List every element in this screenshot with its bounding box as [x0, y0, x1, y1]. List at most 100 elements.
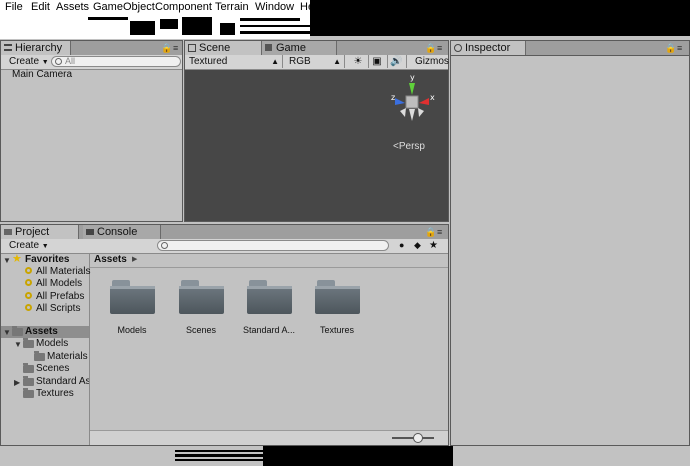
- favorite-item[interactable]: All Scripts: [1, 303, 89, 315]
- chevron-down-icon: ▼: [41, 243, 49, 250]
- scene-panel: Scene Game 🔒 ≡ Textured ▲︎ RGB ▲︎ ☀ ▣ 🔊 …: [184, 40, 449, 222]
- hierarchy-search-input[interactable]: All: [51, 56, 181, 67]
- y-axis-cone[interactable]: [409, 83, 415, 95]
- lighting-toggle-icon[interactable]: ☀: [348, 55, 369, 68]
- expand-right-icon: ▶: [14, 378, 21, 387]
- render-mode-dropdown[interactable]: Textured ▲︎: [185, 55, 283, 68]
- menu-assets[interactable]: Assets: [56, 1, 89, 13]
- search-icon: [55, 58, 62, 65]
- favorite-item[interactable]: All Materials: [1, 266, 91, 278]
- tab-hierarchy[interactable]: Hierarchy: [1, 41, 71, 55]
- dropdown-arrow-icon: ▲︎: [333, 57, 341, 66]
- glitch-strip: [220, 23, 235, 35]
- asset-grid-area: Assets ▶ Models Scenes Standard A... Tex…: [90, 254, 448, 445]
- gizmo-cone-bottom[interactable]: [409, 109, 415, 121]
- asset-folder-standard-assets[interactable]: [247, 280, 292, 314]
- lock-icon[interactable]: 🔒: [425, 43, 436, 54]
- create-label: Create: [9, 56, 40, 67]
- tab-project-label: Project: [15, 226, 50, 238]
- gizmos-button[interactable]: Gizmos: [411, 55, 453, 68]
- expand-down-icon: ▼: [14, 340, 22, 349]
- breadcrumb-assets[interactable]: Assets: [94, 254, 127, 265]
- gizmo-center-cube[interactable]: [405, 95, 419, 109]
- tab-project[interactable]: Project: [1, 225, 79, 239]
- lock-icon[interactable]: 🔒: [161, 43, 172, 54]
- hierarchy-item-main-camera[interactable]: Main Camera: [12, 69, 72, 81]
- glitch-strip: [240, 31, 310, 34]
- tree-folder-materials[interactable]: Materials: [1, 351, 89, 363]
- axis-x-label: x: [430, 93, 435, 102]
- tab-inspector-label: Inspector: [465, 42, 511, 54]
- favorite-item[interactable]: All Models: [1, 278, 89, 290]
- favorites-label: Favorites: [25, 254, 70, 265]
- lock-icon[interactable]: 🔒: [665, 43, 676, 54]
- z-axis-cone[interactable]: [395, 98, 405, 105]
- tree-folder-scenes[interactable]: Scenes: [1, 363, 89, 375]
- perspective-toggle[interactable]: <Persp: [393, 141, 425, 152]
- search-filter-icon: [25, 304, 32, 311]
- axis-z-label: z: [391, 93, 395, 102]
- asset-folder-scenes[interactable]: [179, 280, 224, 314]
- menu-window[interactable]: Window: [255, 1, 294, 13]
- star-icon: ★: [12, 253, 22, 265]
- favorite-item-label: All Materials: [36, 266, 91, 277]
- tab-console[interactable]: Console: [83, 225, 161, 239]
- assets-root-item[interactable]: ▼ Assets: [1, 326, 89, 338]
- gizmo-cone-right[interactable]: [418, 108, 424, 117]
- menu-edit[interactable]: Edit: [31, 1, 50, 13]
- scene-toolbar: Textured ▲︎ RGB ▲︎ ☀ ▣ 🔊 Gizmos: [185, 55, 449, 70]
- asset-folder-textures[interactable]: [315, 280, 360, 314]
- panel-menu-icon[interactable]: ≡: [677, 43, 682, 53]
- panel-menu-icon[interactable]: ≡: [437, 227, 442, 237]
- status-bar: [0, 446, 690, 466]
- hierarchy-create-button[interactable]: Create ▼: [5, 55, 53, 68]
- inspector-tabstrip: Inspector 🔒 ≡: [451, 41, 689, 56]
- menu-gameobject[interactable]: GameObject: [93, 1, 155, 13]
- tree-folder-models[interactable]: ▼ Models: [1, 338, 89, 350]
- project-panel: Project Console 🔒 ≡ Create ▼ ● ◆ ★ ▼ ★ F…: [0, 224, 449, 446]
- favorites-header[interactable]: ▼ ★ Favorites: [1, 253, 89, 266]
- project-search-input[interactable]: [157, 240, 389, 251]
- inspector-panel: Inspector 🔒 ≡: [450, 40, 690, 446]
- image-toggle-icon[interactable]: ▣: [367, 55, 388, 68]
- asset-folder-models[interactable]: [110, 280, 155, 314]
- tree-folder-label: Textures: [36, 388, 74, 399]
- tree-folder-textures[interactable]: Textures: [1, 388, 89, 400]
- x-axis-cone[interactable]: [419, 98, 429, 105]
- gizmo-cone-left[interactable]: [400, 108, 406, 117]
- color-mode-dropdown[interactable]: RGB ▲︎: [285, 55, 345, 68]
- info-icon: [454, 44, 462, 52]
- breadcrumb: Assets ▶: [90, 254, 448, 268]
- folder-icon: [34, 351, 45, 361]
- folder-icon: [23, 376, 34, 386]
- tab-scene[interactable]: Scene: [185, 41, 262, 55]
- tree-folder-label: Models: [36, 338, 69, 349]
- hierarchy-panel: Hierarchy 🔒 ≡ Create ▼ All Main Camera: [0, 40, 183, 222]
- favorite-star-icon[interactable]: ★: [425, 239, 442, 252]
- glitch-strip: [88, 17, 128, 20]
- list-icon: [4, 44, 12, 51]
- glitch-strip: [263, 446, 453, 466]
- filter-label-icon[interactable]: ◆: [410, 239, 425, 252]
- glitch-strip: [240, 25, 310, 27]
- scene-tabstrip: Scene Game 🔒 ≡: [185, 41, 448, 56]
- menu-terrain[interactable]: Terrain: [215, 1, 249, 13]
- tab-game[interactable]: Game: [262, 41, 337, 55]
- favorite-item[interactable]: All Prefabs: [1, 291, 89, 303]
- tab-inspector[interactable]: Inspector: [451, 41, 526, 55]
- orientation-gizmo[interactable]: y x z: [385, 71, 443, 131]
- assets-label: Assets: [25, 326, 58, 337]
- project-create-button[interactable]: Create ▼: [5, 239, 53, 252]
- zoom-slider-handle[interactable]: [413, 433, 423, 443]
- menu-component[interactable]: Component: [155, 1, 212, 13]
- console-icon: [86, 229, 94, 235]
- panel-menu-icon[interactable]: ≡: [437, 43, 442, 53]
- audio-toggle-icon[interactable]: 🔊: [386, 55, 407, 68]
- persp-label: Persp: [398, 141, 425, 152]
- folder-icon: [23, 363, 34, 373]
- tree-folder-standard-assets[interactable]: ▶ Standard As: [1, 376, 89, 388]
- lock-icon[interactable]: 🔒: [425, 227, 436, 238]
- filter-type-icon[interactable]: ●: [395, 239, 408, 252]
- panel-menu-icon[interactable]: ≡: [173, 43, 178, 53]
- menu-file[interactable]: File: [5, 1, 23, 13]
